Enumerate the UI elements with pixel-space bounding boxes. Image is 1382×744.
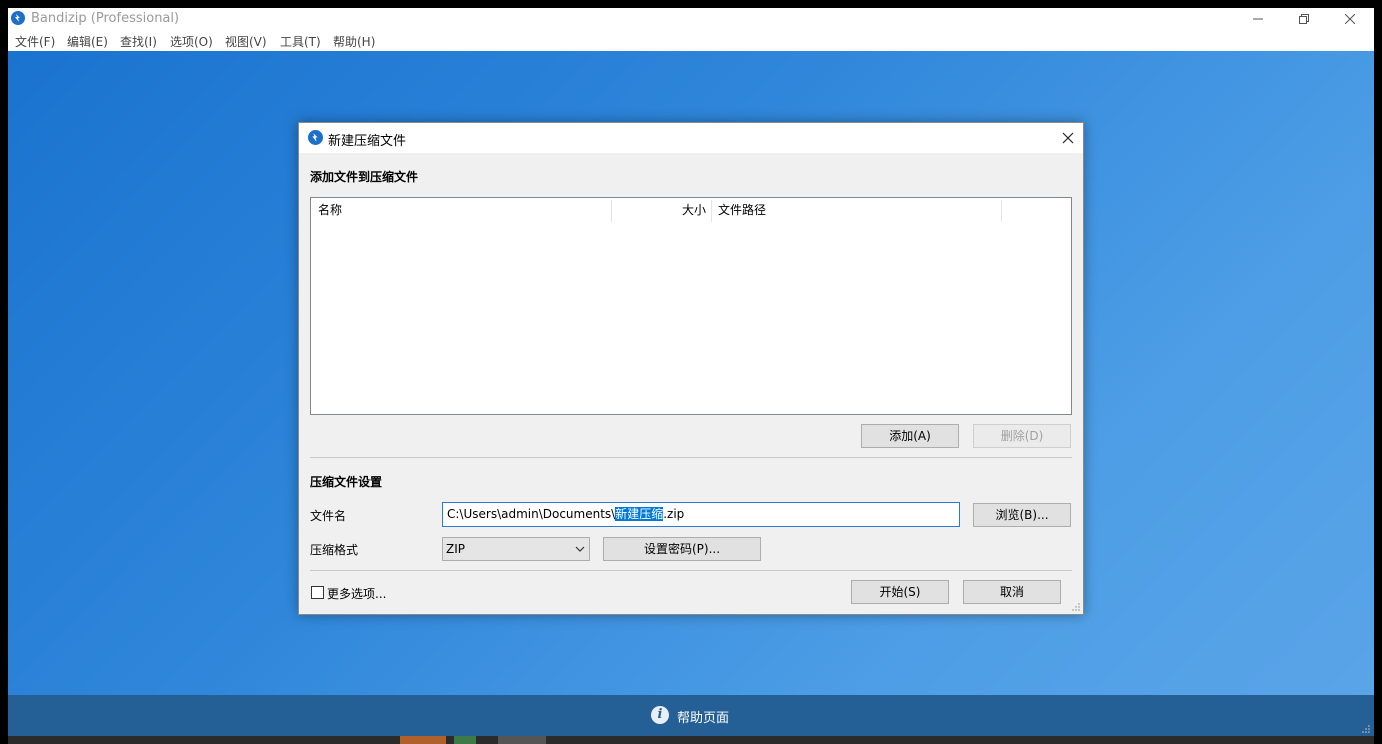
close-icon: [1062, 132, 1074, 144]
close-window-button[interactable]: [1327, 8, 1373, 30]
more-options-checkbox[interactable]: [311, 586, 324, 599]
column-header-path[interactable]: 文件路径: [718, 198, 766, 223]
filename-prefix: C:\Users\admin\Documents\: [447, 507, 616, 521]
menu-edit[interactable]: 编辑(E): [67, 33, 108, 50]
archive-settings-section-title: 压缩文件设置: [310, 475, 383, 489]
close-icon: [1345, 14, 1355, 24]
filename-input[interactable]: C:\Users\admin\Documents\新建压缩.zip: [442, 502, 960, 527]
set-password-button[interactable]: 设置密码(P)...: [603, 537, 761, 561]
menu-tools[interactable]: 工具(T): [280, 33, 321, 50]
column-header-name[interactable]: 名称: [318, 198, 342, 223]
file-list[interactable]: 名称 大小 文件路径: [310, 197, 1072, 415]
column-divider[interactable]: [711, 200, 712, 222]
cancel-button[interactable]: 取消: [963, 580, 1061, 604]
taskbar-app-icon[interactable]: [498, 736, 546, 744]
menu-bar: 文件(F) 编辑(E) 查找(I) 选项(O) 视图(V) 工具(T) 帮助(H…: [8, 30, 1374, 52]
section-divider: [310, 570, 1072, 571]
start-button[interactable]: 开始(S): [851, 580, 949, 604]
restore-icon: [1299, 14, 1309, 24]
section-divider: [310, 457, 1072, 458]
menu-help[interactable]: 帮助(H): [333, 33, 375, 50]
column-divider[interactable]: [1001, 200, 1002, 222]
add-button[interactable]: 添加(A): [861, 424, 959, 448]
taskbar-strip: [8, 736, 1374, 744]
window-title: Bandizip (Professional): [31, 11, 180, 26]
filename-selected-text: 新建压缩: [615, 507, 664, 521]
help-page-link[interactable]: 帮助页面: [677, 707, 729, 726]
menu-find[interactable]: 查找(I): [120, 33, 157, 50]
filename-suffix: .zip: [663, 507, 685, 521]
taskbar-app-icon[interactable]: [400, 736, 446, 744]
add-files-section-title: 添加文件到压缩文件: [310, 170, 419, 184]
dialog-close-button[interactable]: [1053, 123, 1083, 153]
menu-options[interactable]: 选项(O): [170, 33, 213, 50]
bandizip-logo-icon: [11, 11, 25, 25]
format-select[interactable]: ZIP: [442, 537, 590, 561]
format-value: ZIP: [446, 542, 465, 556]
format-label: 压缩格式: [310, 543, 359, 557]
dialog-title-bar: 新建压缩文件: [299, 123, 1083, 153]
browse-button[interactable]: 浏览(B)...: [973, 503, 1071, 527]
help-bar[interactable]: i 帮助页面: [8, 695, 1374, 736]
filename-label: 文件名: [310, 509, 347, 523]
chevron-down-icon: [575, 546, 585, 552]
more-options-label[interactable]: 更多选项...: [327, 585, 386, 602]
bandizip-logo-icon: [308, 130, 323, 145]
delete-button[interactable]: 删除(D): [973, 424, 1071, 448]
info-icon: i: [651, 706, 669, 724]
dialog-title: 新建压缩文件: [328, 134, 407, 149]
menu-file[interactable]: 文件(F): [15, 33, 55, 50]
new-archive-dialog: 新建压缩文件 添加文件到压缩文件 名称 大小 文件路径 添加(A) 删除(D) …: [298, 122, 1084, 615]
minimize-button[interactable]: [1235, 8, 1281, 30]
restore-button[interactable]: [1281, 8, 1327, 30]
minimize-icon: [1253, 18, 1263, 20]
title-bar: Bandizip (Professional): [8, 8, 1374, 30]
resize-grip-icon[interactable]: [1072, 603, 1080, 611]
column-header-size[interactable]: 大小: [612, 198, 706, 223]
taskbar-app-icon[interactable]: [454, 736, 476, 744]
menu-view[interactable]: 视图(V): [225, 33, 267, 50]
resize-grip-icon[interactable]: [1360, 723, 1370, 733]
